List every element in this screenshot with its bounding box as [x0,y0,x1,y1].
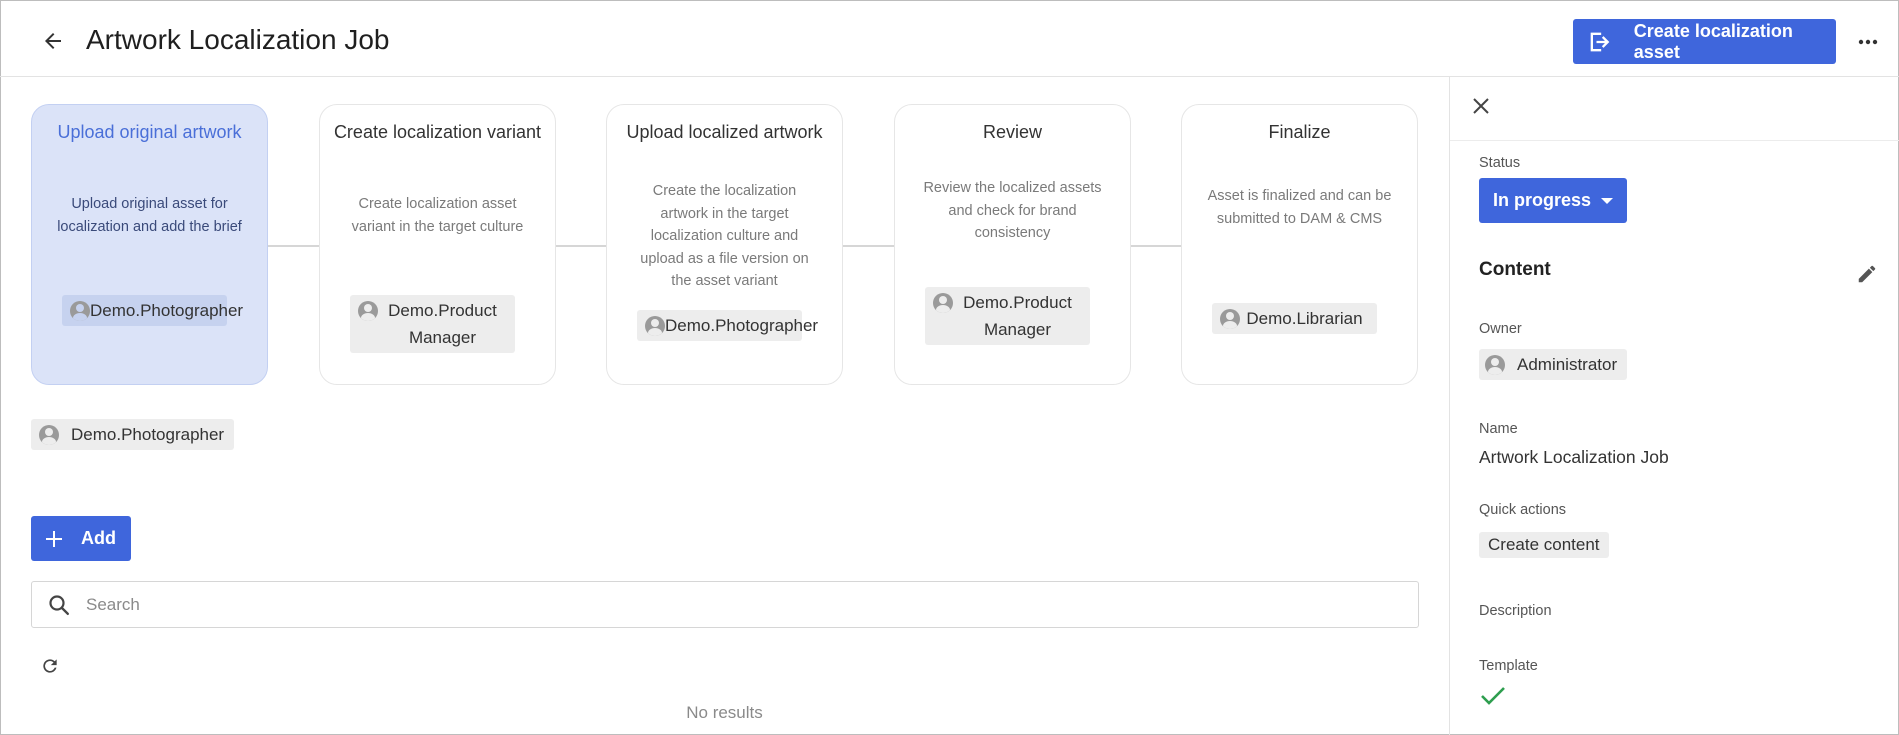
description-label: Description [1479,603,1552,619]
create-content-action[interactable]: Create content [1479,532,1609,558]
step-assignee-chip: Demo.Product Manager [925,287,1090,345]
assignee-name: Demo.Photographer [90,301,244,320]
owner-name: Administrator [1517,355,1618,374]
search-icon [46,592,72,618]
assignee-name: Demo.Product Manager [963,293,1072,339]
plus-icon [43,528,65,550]
main-content: Upload original artwork Upload original … [0,78,1449,735]
page-title: Artwork Localization Job [86,24,390,55]
user-avatar-icon [645,316,665,336]
user-avatar-icon [1485,355,1505,375]
user-avatar-icon [933,293,953,313]
search-input[interactable] [86,594,1418,615]
step-description: Upload original asset for localization a… [57,196,242,235]
step-connector [843,245,894,247]
step-connector [1130,245,1181,247]
name-label: Name [1479,421,1518,437]
add-button[interactable]: Add [31,516,131,561]
panel-divider [1450,140,1899,141]
step-review[interactable]: Review Review the localized assets and c… [894,104,1131,385]
assignee-name: Demo.Product Manager [388,301,497,347]
more-options-icon[interactable] [1852,26,1884,58]
create-localization-asset-button[interactable]: Create localization asset [1573,19,1836,64]
step-description: Create localization asset variant in the… [351,196,524,235]
search-box [31,581,1419,628]
content-section-title: Content [1479,259,1551,280]
check-icon [1480,685,1506,707]
step-title: Upload original artwork [57,122,242,142]
step-assignee-chip: Demo.Product Manager [350,295,515,353]
step-title: Finalize [1268,122,1331,142]
name-value: Artwork Localization Job [1479,447,1669,467]
assignee-name: Demo.Librarian [1246,309,1363,328]
status-label: Status [1479,155,1521,171]
owner-chip: Administrator [1479,349,1628,380]
template-label: Template [1479,658,1538,674]
caret-down-icon [1601,197,1613,204]
step-assignee-chip: Demo.Photographer [637,310,818,341]
refresh-icon[interactable] [38,654,62,678]
step-finalize[interactable]: Finalize Asset is finalized and can be s… [1181,104,1418,385]
step-connector [555,245,606,247]
assignee-name: Demo.Photographer [71,425,225,444]
workflow-steps: Upload original artwork Upload original … [31,104,1419,385]
no-results-text: No results [686,703,763,722]
create-localization-asset-label: Create localization asset [1633,20,1793,62]
details-panel: Status In progress Content Owner Adminis… [1449,77,1899,735]
step-title: Create localization variant [333,122,542,142]
user-avatar-icon [70,301,90,321]
step-title: Review [982,122,1043,142]
status-value: In progress [1493,190,1592,210]
step-assignee-chip: Demo.Photographer [62,295,243,326]
step-description: Create the localization artwork in the t… [640,183,809,289]
user-avatar-icon [39,425,59,445]
step-upload-localized-artwork[interactable]: Upload localized artwork Create the loca… [606,104,843,385]
owner-label: Owner [1479,321,1522,337]
step-description: Asset is finalized and can be submitted … [1207,188,1392,227]
status-dropdown[interactable]: In progress [1479,178,1627,223]
export-icon [1585,26,1616,58]
step-create-localization-variant[interactable]: Create localization variant Create local… [319,104,556,385]
current-assignee-chip: Demo.Photographer [31,419,235,450]
user-avatar-icon [1220,309,1240,329]
edit-pencil-icon[interactable] [1854,261,1880,287]
close-icon[interactable] [1468,93,1494,119]
page-header: Artwork Localization Job Create localiza… [0,0,1899,77]
step-description: Review the localized assets and check fo… [923,180,1102,241]
assignee-name: Demo.Photographer [665,316,819,335]
quick-actions-label: Quick actions [1479,502,1567,518]
step-assignee-chip: Demo.Librarian [1212,303,1377,334]
step-title: Upload localized artwork [626,122,823,142]
step-upload-original-artwork[interactable]: Upload original artwork Upload original … [31,104,268,385]
add-label: Add [81,528,116,548]
user-avatar-icon [358,301,378,321]
back-arrow-icon[interactable] [38,26,68,56]
step-connector [268,245,319,247]
